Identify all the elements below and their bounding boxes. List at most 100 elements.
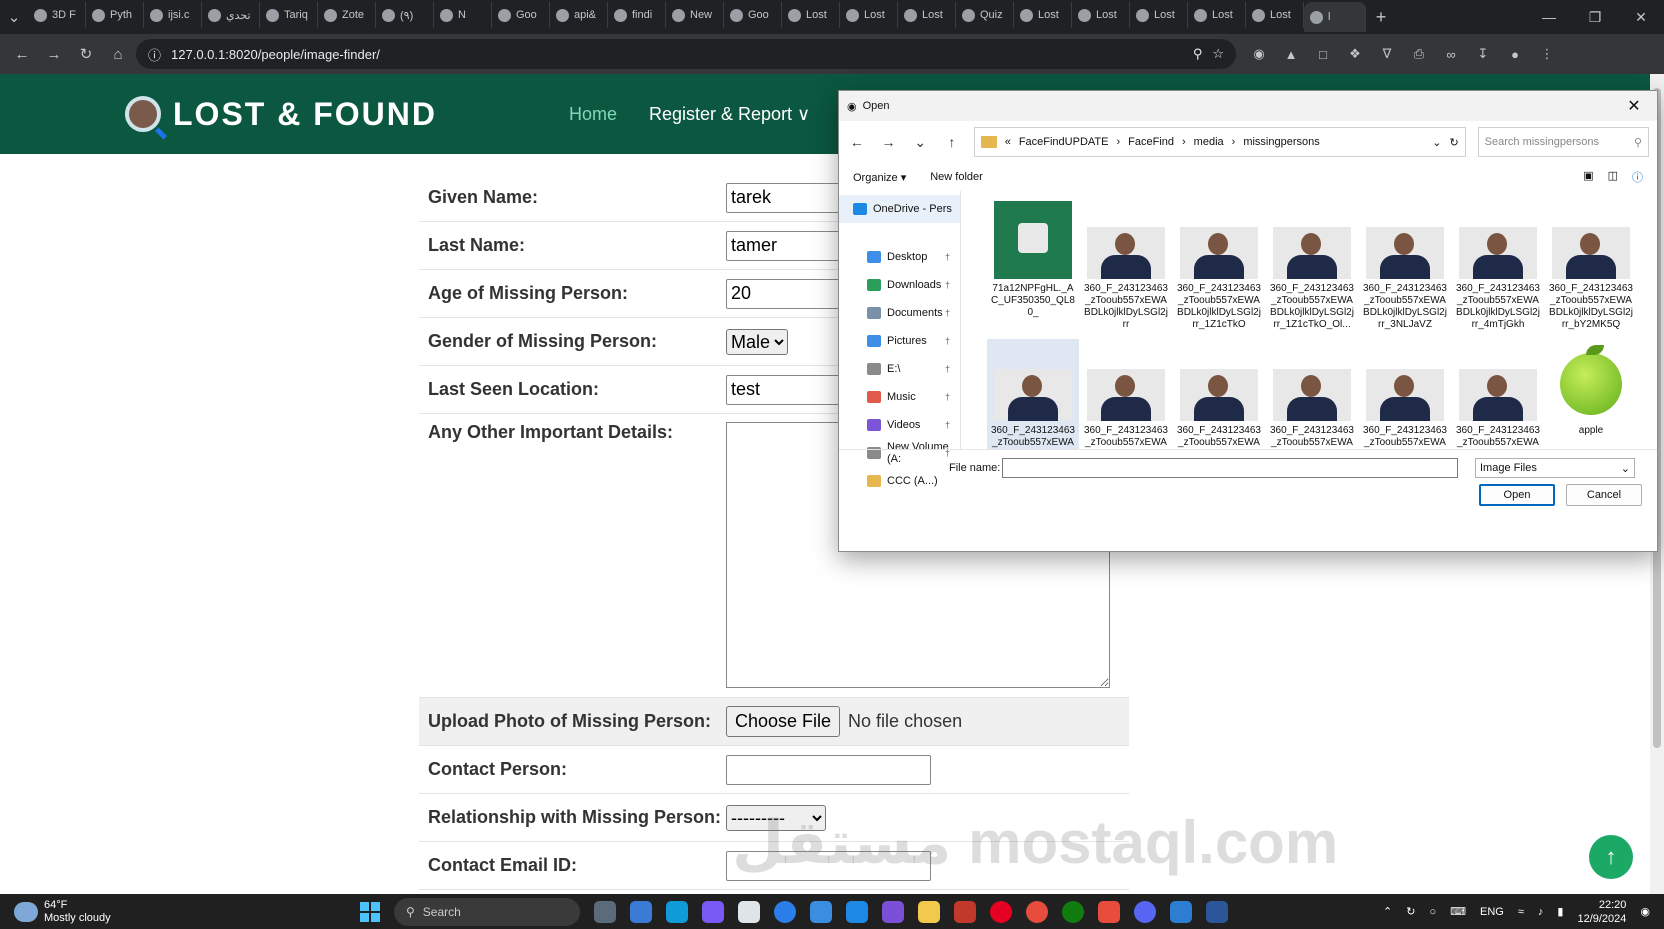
dialog-close-icon[interactable]: ✕ xyxy=(1619,96,1649,116)
browser-tab[interactable]: Quiz xyxy=(956,2,1014,28)
refresh-icon[interactable]: ↻ xyxy=(1449,136,1458,149)
nav-pane-item[interactable]: Downloads † xyxy=(839,271,960,299)
file-type-select[interactable]: Image Files ⌄ xyxy=(1475,458,1635,478)
browser-tab[interactable]: Lost xyxy=(898,2,956,28)
reload-icon[interactable]: ↻ xyxy=(72,40,100,68)
nav-pane-item[interactable]: OneDrive - Pers xyxy=(839,195,960,223)
file-item[interactable]: 71a12NPFgHL._AC_UF350350_QL80_ xyxy=(987,197,1079,335)
close-window-icon[interactable]: ✕ xyxy=(1618,9,1664,26)
browser-tab[interactable]: تحدي xyxy=(202,2,260,28)
preview-pane-icon[interactable]: ◫ xyxy=(1608,169,1618,185)
vscode-icon[interactable] xyxy=(846,900,868,923)
menu-icon[interactable]: ⋮ xyxy=(1534,41,1560,67)
path-dropdown-icon[interactable]: ⌄ xyxy=(1432,136,1441,149)
extension-icon[interactable]: ◉ xyxy=(1246,41,1272,67)
copilot-icon[interactable] xyxy=(630,900,652,923)
zoom-icon[interactable]: ⚲ xyxy=(1193,46,1203,62)
minimize-icon[interactable]: — xyxy=(1526,9,1572,26)
nav-pane-item[interactable]: Desktop † xyxy=(839,243,960,271)
browser-tab[interactable]: Tariq xyxy=(260,2,318,28)
browser-tab[interactable]: Lost xyxy=(782,2,840,28)
nav-pane-item[interactable]: Videos † xyxy=(839,411,960,439)
file-item[interactable]: 360_F_243123463_zTooub557xEWABDLk0jlklDy… xyxy=(1359,339,1451,449)
gender-select[interactable]: Male xyxy=(726,328,788,355)
back-icon[interactable]: ← xyxy=(8,40,36,68)
browser-tab[interactable]: Lost xyxy=(1188,2,1246,28)
url-bar[interactable]: ⓘ 127.0.0.1:8020/people/image-finder/ ⚲ … xyxy=(136,39,1236,69)
scroll-to-top-button[interactable]: ↑ xyxy=(1589,835,1633,879)
weather-widget[interactable]: 64°F Mostly cloudy xyxy=(0,899,360,925)
file-icon[interactable]: □ xyxy=(1310,41,1336,67)
organize-button[interactable]: Organize ▾ xyxy=(853,171,906,184)
browser-tab[interactable]: Lost xyxy=(840,2,898,28)
language-indicator[interactable]: ENG xyxy=(1480,906,1504,918)
task-view-icon[interactable] xyxy=(594,900,616,923)
restore-icon[interactable]: ❐ xyxy=(1572,9,1618,26)
file-item[interactable]: 360_F_243123463_zTooub557xEWABDLk0jlklDy… xyxy=(1080,339,1172,449)
nav-home[interactable]: Home xyxy=(569,104,617,125)
browser-tab[interactable]: (٩) xyxy=(376,2,434,28)
file-item[interactable]: 360_F_243123463_zTooub557xEWABDLk0jlklDy… xyxy=(1452,339,1544,449)
taskbar-search[interactable]: ⚲ Search xyxy=(394,897,580,926)
breadcrumb-segment[interactable]: FaceFindUPDATE xyxy=(1019,136,1109,148)
drive-icon[interactable]: ▲ xyxy=(1278,41,1304,67)
chrome-profile-icon[interactable] xyxy=(1026,900,1048,923)
chrome-taskbar-icon[interactable] xyxy=(774,900,796,923)
browser-tab[interactable]: Lost xyxy=(1130,2,1188,28)
file-item[interactable]: 360_F_243123463_zTooub557xEWABDLk0jlklDy… xyxy=(1173,339,1265,449)
view-mode-icon[interactable]: ▣ xyxy=(1583,169,1593,185)
forward-icon[interactable]: → xyxy=(40,40,68,68)
app-icon-3[interactable] xyxy=(1170,900,1192,923)
browser-tab[interactable]: Pyth xyxy=(86,2,144,28)
nav-pane-item[interactable]: Pictures † xyxy=(839,327,960,355)
translate-icon[interactable]: ∇ xyxy=(1374,41,1400,67)
breadcrumb-segment[interactable]: « xyxy=(1005,136,1011,148)
pinterest-icon[interactable] xyxy=(990,900,1012,923)
download-icon[interactable]: ↧ xyxy=(1470,41,1496,67)
site-info-icon[interactable]: ⓘ xyxy=(148,45,161,64)
file-item[interactable]: 360_F_243123463_zTooub557xEWABDLk0jlklDy… xyxy=(1545,197,1637,335)
browser-tab[interactable]: Goo xyxy=(724,2,782,28)
browser-tab[interactable]: Goo xyxy=(492,2,550,28)
file-item[interactable]: 360_F_243123463_zTooub557xEWABDLk0jlklDy… xyxy=(1173,197,1265,335)
store-icon[interactable] xyxy=(738,900,760,923)
browser-tab[interactable]: Lost xyxy=(1014,2,1072,28)
start-icon[interactable] xyxy=(360,901,380,922)
browser-tab[interactable]: Zote xyxy=(318,2,376,28)
dialog-forward-icon[interactable]: → xyxy=(879,134,899,150)
browser-tab[interactable]: New xyxy=(666,2,724,28)
browser-tab[interactable]: Lost xyxy=(1072,2,1130,28)
file-item[interactable]: apple xyxy=(1545,339,1637,449)
up-folder-icon[interactable]: ↑ xyxy=(942,134,962,150)
bookmark-star-icon[interactable]: ☆ xyxy=(1212,46,1224,62)
breadcrumb-segment[interactable]: media xyxy=(1194,136,1224,148)
recent-locations-icon[interactable]: ⌄ xyxy=(910,134,930,151)
file-name-input[interactable] xyxy=(1002,458,1458,478)
contact-input[interactable] xyxy=(726,754,931,785)
wifi-icon[interactable]: ≈ xyxy=(1518,906,1524,918)
home-icon[interactable]: ⌂ xyxy=(104,40,132,68)
filezilla-icon[interactable] xyxy=(954,900,976,923)
clock[interactable]: 22:20 12/9/2024 xyxy=(1577,898,1626,926)
browser-tab[interactable]: N xyxy=(434,2,492,28)
help-icon[interactable]: ⓘ xyxy=(1632,169,1643,185)
volume-icon[interactable]: ♪ xyxy=(1538,906,1544,918)
file-item[interactable]: 360_F_243123463_zTooub557xEWABDLk0jlklDy… xyxy=(1080,197,1172,335)
visual-studio-icon[interactable] xyxy=(882,900,904,923)
word-icon[interactable] xyxy=(1206,900,1228,923)
edge-icon[interactable] xyxy=(666,900,688,923)
app-icon[interactable] xyxy=(702,900,724,923)
dialog-search-box[interactable]: Search missingpersons ⚲ xyxy=(1477,127,1650,157)
file-item[interactable]: 360_F_243123463_zTooub557xEWABDLk0jlklDy… xyxy=(1266,339,1358,449)
puzzle-icon[interactable]: ❖ xyxy=(1342,41,1368,67)
breadcrumb-segment[interactable]: missingpersons xyxy=(1243,136,1319,148)
path-breadcrumb[interactable]: « FaceFindUPDATE › FaceFind › media › missingpe… xyxy=(973,127,1466,157)
choose-file-button[interactable]: Choose File xyxy=(726,706,841,737)
chevron-up-icon[interactable]: ⌃ xyxy=(1383,905,1392,918)
file-item[interactable]: 360_F_243123463_zTooub557xEWABDLk0jlklDy… xyxy=(1266,197,1358,335)
breadcrumb-segment[interactable]: › xyxy=(1116,136,1120,148)
microphone-icon[interactable]: ○ xyxy=(1429,906,1436,918)
browser-tab[interactable]: Lost xyxy=(1246,2,1304,28)
discord-icon[interactable] xyxy=(1134,900,1156,923)
xbox-icon[interactable] xyxy=(1062,900,1084,923)
